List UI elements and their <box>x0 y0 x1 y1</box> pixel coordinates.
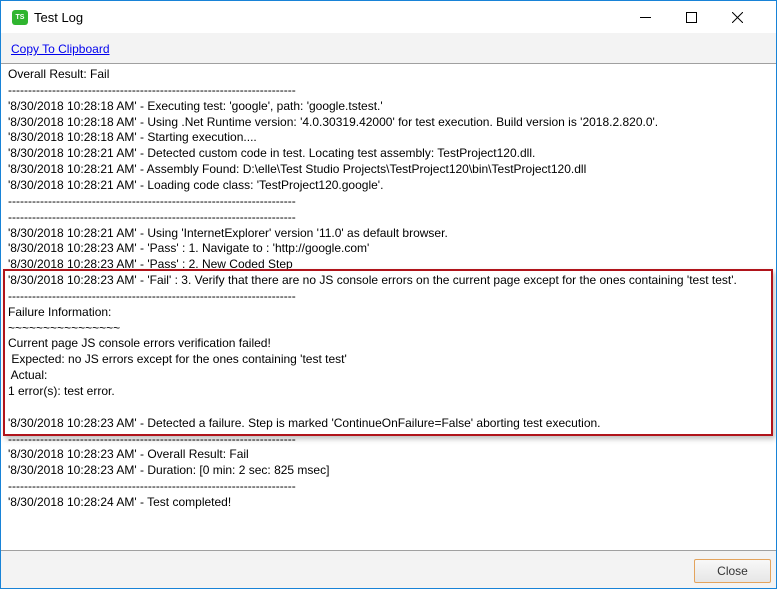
copy-to-clipboard-link[interactable]: Copy To Clipboard <box>11 42 110 56</box>
log-line: ----------------------------------------… <box>8 193 296 208</box>
close-icon <box>731 11 743 23</box>
window-title: Test Log <box>34 10 84 25</box>
log-line: Failure Information: <box>8 304 112 319</box>
maximize-icon <box>685 11 697 23</box>
log-line: ----------------------------------------… <box>8 288 296 303</box>
log-line: '8/30/2018 10:28:21 AM' - Assembly Found… <box>8 162 587 177</box>
log-line: '8/30/2018 10:28:23 AM' - Detected a fai… <box>8 415 601 430</box>
log-line: '8/30/2018 10:28:21 AM' - Loading code c… <box>8 177 384 192</box>
title-bar[interactable]: TS Test Log <box>1 1 776 33</box>
log-line: '8/30/2018 10:28:23 AM' - 'Pass' : 1. Na… <box>8 241 370 256</box>
close-button[interactable]: Close <box>694 559 771 583</box>
log-line: '8/30/2018 10:28:18 AM' - Executing test… <box>8 98 383 113</box>
log-line: '8/30/2018 10:28:24 AM' - Test completed… <box>8 494 232 509</box>
log-line: '8/30/2018 10:28:18 AM' - Starting execu… <box>8 130 257 145</box>
log-line: '8/30/2018 10:28:21 AM' - Detected custo… <box>8 146 536 161</box>
log-line: 1 error(s): test error. <box>8 384 115 398</box>
log-line: '8/30/2018 10:28:21 AM' - Using 'Interne… <box>8 225 448 240</box>
log-line: '8/30/2018 10:28:23 AM' - Overall Result… <box>8 447 249 462</box>
log-line: ~~~~~~~~~~~~~~~~ <box>8 320 121 335</box>
log-line: Overall Result: Fail <box>8 67 110 81</box>
footer: Close <box>1 551 776 588</box>
test-log-window: TS Test Log Copy To Clipboard Overall Re… <box>0 0 777 589</box>
log-line: ----------------------------------------… <box>8 479 296 494</box>
log-line: ----------------------------------------… <box>8 431 296 446</box>
minimize-icon <box>639 16 651 18</box>
close-window-button[interactable] <box>714 1 760 33</box>
log-line: Actual: <box>8 368 48 383</box>
maximize-button[interactable] <box>668 1 714 33</box>
log-line: ----------------------------------------… <box>8 82 296 97</box>
log-line: '8/30/2018 10:28:23 AM' - 'Fail' : 3. Ve… <box>8 273 737 288</box>
log-line: '8/30/2018 10:28:18 AM' - Using .Net Run… <box>8 114 659 129</box>
log-line: '8/30/2018 10:28:23 AM' - 'Pass' : 2. Ne… <box>8 257 293 272</box>
log-output[interactable]: Overall Result: Fail --------------------… <box>1 64 776 551</box>
log-line: Expected: no JS errors except for the on… <box>8 352 347 367</box>
toolbar: Copy To Clipboard <box>1 33 776 64</box>
app-logo-icon: TS <box>12 10 28 25</box>
log-line: '8/30/2018 10:28:23 AM' - Duration: [0 m… <box>8 463 330 478</box>
log-line: Current page JS console errors verificat… <box>8 336 271 351</box>
minimize-button[interactable] <box>622 1 668 33</box>
log-line: ----------------------------------------… <box>8 209 296 224</box>
